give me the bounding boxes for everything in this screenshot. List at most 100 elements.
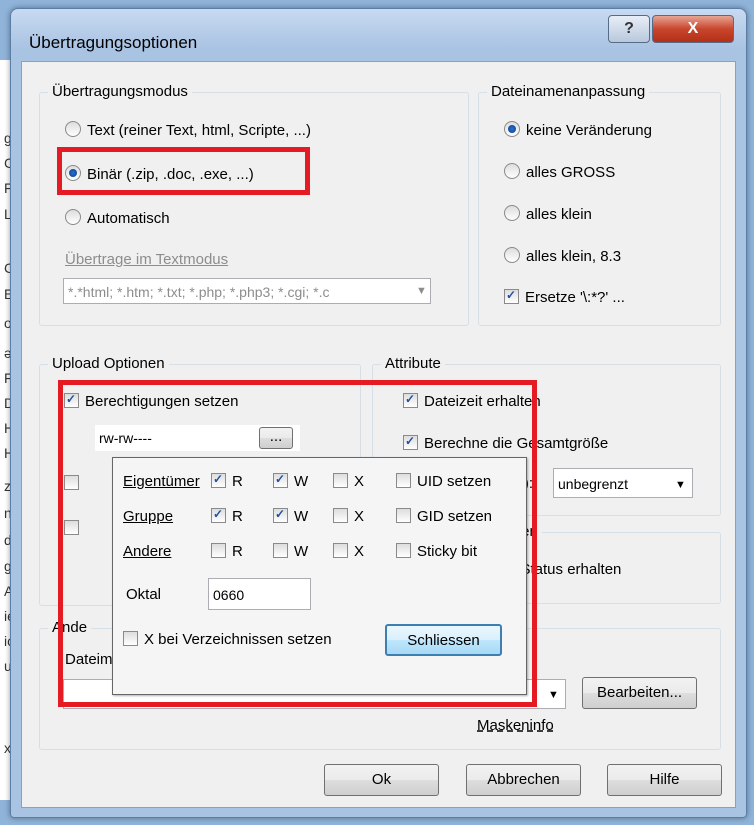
checkbox-icon xyxy=(333,473,348,488)
combo-arrow-icon[interactable]: ▼ xyxy=(548,689,559,701)
combo-arrow-icon[interactable]: ▼ xyxy=(416,285,427,297)
other-r-checkbox[interactable]: R xyxy=(211,543,243,560)
sticky-checkbox[interactable]: Sticky bit xyxy=(396,543,477,560)
radio-selected-icon xyxy=(504,121,520,137)
checkbox-icon xyxy=(123,631,138,646)
checkbox-icon xyxy=(273,543,288,558)
col-r-label: R xyxy=(232,543,243,560)
textmode-extensions-value: *.*html; *.htm; *.txt; *.php; *.php3; *.… xyxy=(68,284,330,300)
filename-title: Dateinamenanpassung xyxy=(487,83,650,100)
octal-label: Oktal xyxy=(126,586,162,603)
keep-time-label: Dateizeit erhalten xyxy=(424,393,541,410)
group-r-checkbox[interactable]: R xyxy=(211,508,243,525)
radio-auto-mode[interactable]: Automatisch xyxy=(65,209,170,227)
transfer-options-dialog: Übertragungsoptionen ? X Übertragungsmod… xyxy=(10,8,747,818)
checkbox-checked-icon xyxy=(504,289,519,304)
attributes-title: Attribute xyxy=(381,355,445,372)
calc-size-label: Berechne die Gesamtgröße xyxy=(424,435,609,452)
col-x-label: X xyxy=(354,473,365,490)
checkbox-icon xyxy=(64,475,79,490)
edit-mask-button[interactable]: Bearbeiten... xyxy=(582,677,697,709)
close-popup-button[interactable]: Schliessen xyxy=(385,624,502,656)
radio-no-change[interactable]: keine Veränderung xyxy=(504,121,652,139)
col-w-label: W xyxy=(294,508,309,525)
radio-no-change-label: keine Veränderung xyxy=(526,122,652,139)
checkbox-icon xyxy=(333,543,348,558)
checkbox-icon xyxy=(396,543,411,558)
checkbox-icon xyxy=(396,508,411,523)
checkbox-icon xyxy=(333,508,348,523)
owner-w-checkbox[interactable]: W xyxy=(273,473,308,490)
limit-value: unbegrenzt xyxy=(558,476,629,492)
help-title-button[interactable]: ? xyxy=(608,15,650,43)
radio-icon xyxy=(65,209,81,225)
owner-label: Eigentümer xyxy=(123,473,200,490)
radio-uppercase[interactable]: alles GROSS xyxy=(504,163,615,181)
textmode-label: Übertrage im Textmodus xyxy=(65,251,229,268)
calc-size-checkbox[interactable]: Berechne die Gesamtgröße xyxy=(403,435,608,452)
octal-field[interactable]: 0660 xyxy=(208,578,311,610)
gid-checkbox[interactable]: GID setzen xyxy=(396,508,492,525)
upload-checkbox-2[interactable] xyxy=(64,475,85,492)
sticky-label: Sticky bit xyxy=(417,543,478,560)
close-button[interactable]: X xyxy=(652,15,734,43)
radio-text-mode[interactable]: Text (reiner Text, html, Scripte, ...) xyxy=(65,121,311,139)
gid-label: GID setzen xyxy=(417,508,493,525)
permissions-browse-button[interactable]: ... xyxy=(259,427,293,449)
dialog-client-area: Übertragungsmodus Text (reiner Text, htm… xyxy=(21,61,736,808)
radio-auto-label: Automatisch xyxy=(87,210,170,227)
replace-label: Ersetze '\:*?' ... xyxy=(525,289,625,306)
col-x-label: X xyxy=(354,543,365,560)
radio-icon xyxy=(504,247,520,263)
permissions-checkbox[interactable]: Berechtigungen setzen xyxy=(64,393,238,410)
permissions-popup: Eigentümer R W X UID setzen Gruppe R W X… xyxy=(112,457,527,695)
title-bar[interactable]: Übertragungsoptionen ? X xyxy=(11,9,746,65)
owner-x-checkbox[interactable]: X xyxy=(333,473,364,490)
col-r-label: R xyxy=(232,508,243,525)
cancel-button[interactable]: Abbrechen xyxy=(466,764,581,796)
group-w-checkbox[interactable]: W xyxy=(273,508,308,525)
limit-combo[interactable]: unbegrenzt xyxy=(553,468,693,498)
radio-lowercase-83[interactable]: alles klein, 8.3 xyxy=(504,247,621,265)
checkbox-icon xyxy=(211,543,226,558)
keep-time-checkbox[interactable]: Dateizeit erhalten xyxy=(403,393,541,410)
checkbox-checked-icon xyxy=(273,473,288,488)
checkbox-checked-icon xyxy=(211,508,226,523)
checkbox-checked-icon xyxy=(64,393,79,408)
checkbox-checked-icon xyxy=(403,435,418,450)
other-w-checkbox[interactable]: W xyxy=(273,543,308,560)
radio-binary-mode[interactable]: Binär (.zip, .doc, .exe, ...) xyxy=(65,165,254,183)
combo-arrow-icon[interactable]: ▼ xyxy=(675,479,686,491)
other-x-checkbox[interactable]: X xyxy=(333,543,364,560)
ok-button[interactable]: Ok xyxy=(324,764,439,796)
uid-label: UID setzen xyxy=(417,473,492,490)
radio-lowercase[interactable]: alles klein xyxy=(504,205,592,223)
dir-x-checkbox[interactable]: X bei Verzeichnissen setzen xyxy=(123,631,332,648)
replace-checkbox[interactable]: Ersetze '\:*?' ... xyxy=(504,289,625,306)
upload-checkbox-3[interactable] xyxy=(64,520,85,537)
permissions-label: Berechtigungen setzen xyxy=(85,393,239,410)
other-label: Andere xyxy=(123,543,172,560)
radio-icon xyxy=(504,205,520,221)
radio-icon xyxy=(504,163,520,179)
radio-selected-icon xyxy=(65,165,81,181)
group-label: Gruppe xyxy=(123,508,174,525)
textmode-extensions-combo[interactable]: *.*html; *.htm; *.txt; *.php; *.php3; *.… xyxy=(63,278,431,304)
checkbox-checked-icon xyxy=(403,393,418,408)
col-x-label: X xyxy=(354,508,365,525)
col-w-label: W xyxy=(294,473,309,490)
checkbox-icon xyxy=(64,520,79,535)
radio-lowercase-label: alles klein xyxy=(526,206,592,223)
window-title: Übertragungsoptionen xyxy=(29,33,198,52)
radio-binary-label: Binär (.zip, .doc, .exe, ...) xyxy=(87,166,254,183)
octal-value: 0660 xyxy=(213,587,245,603)
radio-icon xyxy=(65,121,81,137)
dir-x-label: X bei Verzeichnissen setzen xyxy=(144,631,332,648)
group-x-checkbox[interactable]: X xyxy=(333,508,364,525)
owner-r-checkbox[interactable]: R xyxy=(211,473,243,490)
help-button[interactable]: Hilfe xyxy=(607,764,722,796)
mask-info-link[interactable]: Maskeninfo xyxy=(477,717,554,734)
transfer-mode-title: Übertragungsmodus xyxy=(48,83,192,100)
uid-checkbox[interactable]: UID setzen xyxy=(396,473,491,490)
col-r-label: R xyxy=(232,473,243,490)
